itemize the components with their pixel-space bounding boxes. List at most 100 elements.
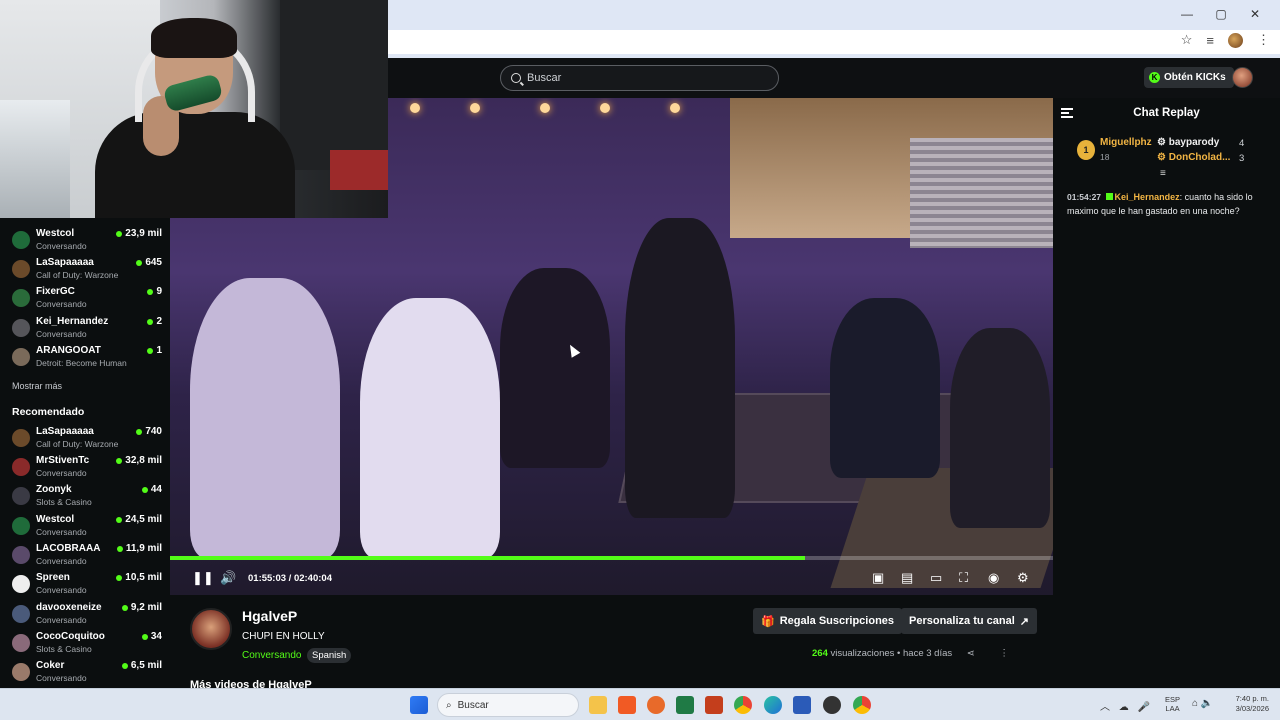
close-button[interactable]: ✕ — [1238, 4, 1272, 24]
pause-icon[interactable]: ❚❚ — [192, 570, 214, 586]
channel-category: Conversando — [36, 615, 87, 625]
avatar — [12, 458, 30, 476]
network-icon[interactable]: ☁ — [1119, 702, 1129, 713]
channel-category: Conversando — [36, 241, 87, 251]
viewer-count: 645 — [136, 257, 162, 268]
microphone-icon[interactable]: 🎤 — [1138, 702, 1150, 713]
leaderboard-second-user[interactable]: ⚙ bayparody — [1157, 137, 1219, 148]
search-input[interactable]: Buscar — [500, 65, 779, 91]
word-icon[interactable] — [793, 696, 811, 714]
get-kicks-button[interactable]: K Obtén KICKs — [1144, 67, 1234, 88]
channel-name: Coker — [36, 660, 65, 671]
live-dot-icon — [121, 604, 128, 611]
viewer-count-value: 10,5 mil — [125, 572, 162, 583]
language-tag[interactable]: Spanish — [307, 648, 352, 663]
viewer-count-value: 2 — [156, 316, 162, 327]
sidebar-item-recommended[interactable]: CocoCoquitoo Slots & Casino 34 — [12, 631, 162, 657]
channel-category: Conversando — [36, 527, 87, 537]
gift-subs-button[interactable]: 🎁 Regala Suscripciones — [753, 608, 903, 634]
browser-menu-icon[interactable]: ⋮ — [1257, 32, 1270, 48]
live-dot-icon — [141, 486, 148, 493]
sidebar-item-following[interactable]: ARANGOOAT Detroit: Become Human 1 — [12, 345, 162, 371]
sidebar-item-recommended[interactable]: MrStivenTc Conversando 32,8 mil — [12, 455, 162, 481]
viewer-count: 740 — [136, 426, 162, 437]
powerpoint-icon[interactable] — [705, 696, 723, 714]
webcam-hair — [151, 18, 237, 58]
search-placeholder: Buscar — [527, 72, 562, 84]
fullscreen-icon[interactable]: ⛶ — [959, 570, 968, 586]
clock[interactable]: 7:40 p. m. 3/03/2026 — [1225, 694, 1269, 714]
brave-browser-icon[interactable] — [618, 696, 636, 714]
search-icon — [511, 73, 521, 83]
viewer-count-value: 645 — [145, 257, 162, 268]
sidebar-item-following[interactable]: Kei_Hernandez Conversando 2 — [12, 316, 162, 342]
sidebar-item-recommended[interactable]: Westcol Conversando 24,5 mil — [12, 514, 162, 540]
sidebar-item-recommended[interactable]: Zoonyk Slots & Casino 44 — [12, 484, 162, 510]
clip-icon[interactable]: ▤ — [901, 570, 913, 586]
expand-leaderboard-icon[interactable]: ≡ — [1160, 168, 1166, 179]
viewer-count-value: 11,9 mil — [125, 543, 162, 554]
user-avatar[interactable] — [1232, 67, 1253, 88]
channel-name: LaSapaaaaa — [36, 426, 94, 437]
show-more-link[interactable]: Mostrar más — [12, 381, 62, 391]
streamer-avatar[interactable] — [190, 608, 232, 650]
profile-avatar[interactable] — [1228, 32, 1243, 48]
miniplayer-icon[interactable]: ▣ — [872, 570, 884, 586]
avatar — [12, 575, 30, 593]
file-explorer-icon[interactable] — [589, 696, 607, 714]
stream-info: HgalveP CHUPI EN HOLLY Conversando Spani… — [170, 595, 1053, 691]
more-options-icon[interactable]: ⋮ — [999, 648, 1009, 659]
sidebar-item-following[interactable]: FixerGC Conversando 9 — [12, 286, 162, 312]
sidebar-item-recommended[interactable]: LaSapaaaaa Call of Duty: Warzone 740 — [12, 426, 162, 452]
channel-category: Conversando — [36, 673, 87, 683]
views-label: visualizaciones — [830, 648, 895, 659]
streamer-name[interactable]: HgalveP — [242, 608, 297, 624]
view-stats: 264 visualizaciones • hace 3 días ⋖ ⋮ — [812, 648, 1009, 659]
edge-icon[interactable] — [764, 696, 782, 714]
media-control-icon[interactable]: ≡ — [1206, 33, 1214, 48]
customize-channel-button[interactable]: Personaliza tu canal ↗ — [901, 608, 1037, 634]
language-indicator[interactable]: ESP LAA — [1165, 695, 1180, 713]
sidebar-item-following[interactable]: Westcol Conversando 23,9 mil — [12, 228, 162, 254]
bookmark-star-icon[interactable]: ☆ — [1181, 32, 1193, 48]
sidebar-item-recommended[interactable]: davooxeneize Conversando 9,2 mil — [12, 602, 162, 628]
taskbar-search-input[interactable]: ⌕ Buscar — [437, 693, 579, 717]
sidebar-item-recommended[interactable]: LACOBRAAA Conversando 11,9 mil — [12, 543, 162, 569]
avatar — [12, 605, 30, 623]
live-dot-icon — [116, 516, 123, 523]
share-icon[interactable]: ⋖ — [967, 648, 975, 659]
chrome-icon[interactable] — [734, 696, 752, 714]
address-bar[interactable] — [388, 30, 1280, 54]
windows-start-icon[interactable] — [410, 696, 428, 714]
viewer-count-value: 24,5 mil — [125, 514, 162, 525]
address-bar-actions: ☆ ≡ ⋮ — [1181, 32, 1270, 48]
stream-category[interactable]: Conversando — [242, 650, 301, 661]
chrome-profile-icon[interactable] — [853, 696, 871, 714]
gift-subs-label: Regala Suscripciones — [779, 615, 895, 627]
theater-mode-icon[interactable]: ▭ — [930, 570, 942, 586]
sidebar-item-following[interactable]: LaSapaaaaa Call of Duty: Warzone 645 — [12, 257, 162, 283]
minimize-button[interactable]: — — [1170, 4, 1204, 24]
playback-speed-icon[interactable]: ◉ — [988, 570, 999, 586]
avatar — [12, 231, 30, 249]
obs-icon[interactable] — [823, 696, 841, 714]
live-dot-icon — [116, 574, 123, 581]
excel-icon[interactable] — [676, 696, 694, 714]
volume-icon[interactable]: 🔊 — [220, 570, 236, 586]
firefox-icon[interactable] — [647, 696, 665, 714]
wifi-icon[interactable]: ⌂ 🔈 — [1192, 698, 1213, 709]
clock-date: 3/03/2026 — [1235, 704, 1269, 713]
video-person — [500, 268, 610, 468]
leaderboard-top-user[interactable]: Miguellphz — [1100, 137, 1152, 148]
maximize-button[interactable]: ▢ — [1204, 4, 1238, 24]
settings-gear-icon[interactable]: ⚙ — [1017, 570, 1029, 586]
light-bulb — [470, 103, 480, 113]
sidebar-item-recommended[interactable]: Coker Conversando 6,5 mil — [12, 660, 162, 686]
sidebar-item-recommended[interactable]: Spreen Conversando 10,5 mil — [12, 572, 162, 598]
video-person — [625, 218, 735, 518]
message-user[interactable]: Kei_Hernandez — [1115, 192, 1180, 202]
tray-chevron-icon[interactable]: ︿ — [1100, 702, 1110, 713]
leaderboard-third-user[interactable]: ⚙ DonCholad... — [1157, 152, 1230, 163]
viewer-count: 24,5 mil — [116, 514, 162, 525]
leaderboard-second-count: 4 — [1239, 138, 1245, 149]
